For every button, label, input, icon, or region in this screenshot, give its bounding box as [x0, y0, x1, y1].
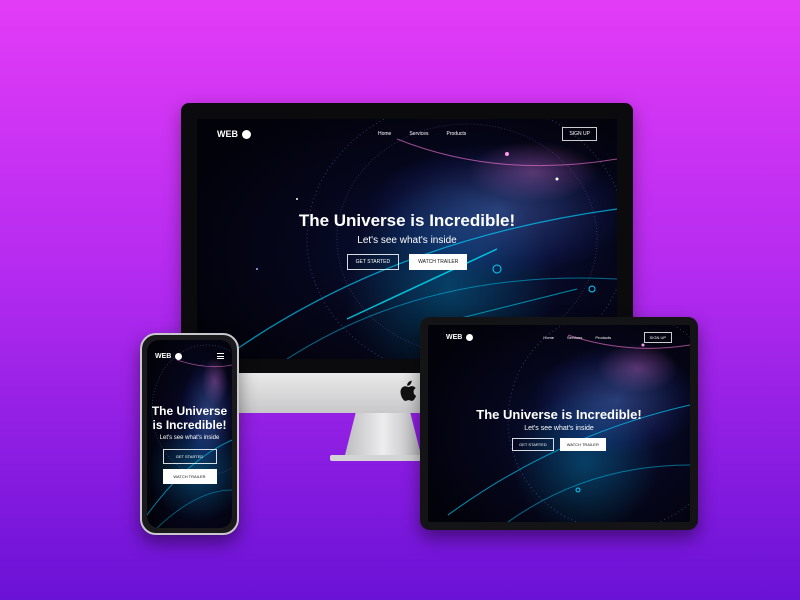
- globe-icon: [466, 333, 474, 341]
- tablet-screen: WEB Home Services Products SIGN UP The U…: [428, 325, 690, 522]
- phone-navbar: WEB: [147, 350, 232, 362]
- hamburger-menu-icon[interactable]: [217, 353, 224, 359]
- site-logo[interactable]: WEB: [217, 129, 251, 139]
- hero-section: The Universe is Incredible! Let's see wh…: [428, 407, 690, 451]
- desktop-navbar: WEB Home Services Products SIGN UP: [197, 127, 617, 141]
- monitor-stand: [345, 413, 421, 455]
- hero-subtitle: Let's see what's inside: [524, 425, 594, 432]
- hero-title: The Universe is Incredible!: [298, 211, 516, 230]
- nav-link-products[interactable]: Products: [595, 335, 611, 340]
- hero-section: The Universe is Incredible! Let's see wh…: [197, 211, 617, 270]
- nav-link-home[interactable]: Home: [543, 335, 554, 340]
- logo-text: WEB: [217, 129, 238, 139]
- nav-link-services[interactable]: Services: [567, 335, 582, 340]
- globe-icon: [175, 352, 183, 360]
- get-started-button[interactable]: GET STARTED: [512, 438, 554, 451]
- hero-subtitle: Let's see what's inside: [357, 235, 457, 246]
- signup-button[interactable]: SIGN UP: [643, 331, 672, 343]
- site-logo[interactable]: WEB: [446, 333, 474, 341]
- watch-trailer-button[interactable]: WATCH TRAILER: [559, 438, 606, 451]
- nav-link-products[interactable]: Products: [447, 131, 467, 137]
- hero-section: The Universe is Incredible! Let's see wh…: [147, 404, 232, 484]
- hero-subtitle: Let's see what's inside: [159, 435, 220, 441]
- nav-link-services[interactable]: Services: [409, 131, 428, 137]
- globe-icon: [242, 129, 251, 139]
- watch-trailer-button[interactable]: WATCH TRAILER: [162, 469, 217, 484]
- apple-logo-icon: [400, 380, 417, 401]
- hero-title: The Universe is Incredible!: [476, 407, 642, 422]
- hero-title: The Universe is Incredible!: [151, 404, 228, 432]
- nav-links: Home Services Products: [543, 335, 611, 340]
- tablet-navbar: WEB Home Services Products SIGN UP: [428, 331, 690, 343]
- signup-button[interactable]: SIGN UP: [562, 127, 597, 141]
- phone: WEB The Universe is Incredible! Let's se…: [140, 333, 239, 535]
- get-started-button[interactable]: GET STARTED: [346, 254, 400, 270]
- logo-text: WEB: [446, 333, 463, 341]
- hero-buttons: GET STARTED WATCH TRAILER: [197, 254, 617, 270]
- hero-buttons: GET STARTED WATCH TRAILER: [151, 449, 228, 484]
- nav-link-home[interactable]: Home: [378, 131, 391, 137]
- logo-text: WEB: [155, 352, 172, 360]
- phone-screen: WEB The Universe is Incredible! Let's se…: [147, 340, 232, 528]
- site-logo[interactable]: WEB: [155, 352, 183, 360]
- hero-buttons: GET STARTED WATCH TRAILER: [428, 438, 690, 451]
- get-started-button[interactable]: GET STARTED: [162, 449, 217, 464]
- tablet: WEB Home Services Products SIGN UP The U…: [420, 317, 698, 530]
- nav-links: Home Services Products: [378, 131, 466, 137]
- watch-trailer-button[interactable]: WATCH TRAILER: [409, 254, 468, 270]
